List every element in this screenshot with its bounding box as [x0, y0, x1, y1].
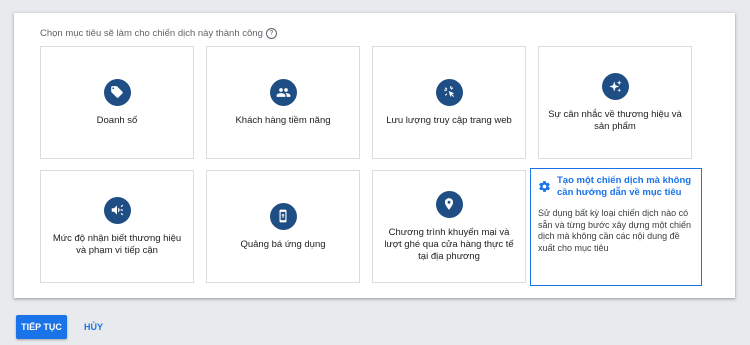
goal-card-website-traffic[interactable]: Lưu lượng truy cập trang web — [372, 46, 526, 159]
sparkle-icon — [601, 72, 629, 100]
goal-card-awareness-reach[interactable]: Mức độ nhận biết thương hiệu và phạm vi … — [40, 170, 194, 283]
gear-icon — [538, 180, 551, 198]
no-goal-description: Sử dụng bất kỳ loại chiến dịch nào có sẵ… — [538, 208, 692, 253]
goal-prompt: Chọn mục tiêu sẽ làm cho chiến dịch này … — [40, 28, 277, 39]
goal-label: Lưu lượng truy cập trang web — [386, 114, 512, 126]
goal-selection-panel: Chọn mục tiêu sẽ làm cho chiến dịch này … — [14, 13, 735, 298]
phone-icon — [269, 202, 297, 230]
cancel-button[interactable]: HỦY — [76, 315, 111, 339]
megaphone-icon — [103, 196, 131, 224]
no-goal-title: Tạo một chiến dịch mà không cần hướng dẫ… — [557, 175, 692, 198]
goal-label: Doanh số — [96, 114, 138, 126]
goal-label: Quảng bá ứng dụng — [240, 238, 326, 250]
goal-label: Khách hàng tiềm năng — [235, 114, 331, 126]
cursor-click-icon — [435, 78, 463, 106]
goal-card-no-guidance[interactable]: Tạo một chiến dịch mà không cần hướng dẫ… — [530, 168, 702, 286]
goal-card-sales[interactable]: Doanh số — [40, 46, 194, 159]
location-pin-icon — [435, 190, 463, 218]
tag-icon — [103, 78, 131, 106]
help-icon[interactable]: ? — [265, 28, 277, 39]
goal-label: Mức độ nhận biết thương hiệu và phạm vi … — [52, 232, 182, 256]
goal-prompt-text: Chọn mục tiêu sẽ làm cho chiến dịch này … — [40, 28, 263, 39]
goal-label: Chương trình khuyến mại và lượt ghé qua … — [384, 226, 514, 262]
goal-card-consideration[interactable]: Sự cân nhắc về thương hiệu và sản phẩm — [538, 46, 692, 159]
goal-card-app-promotion[interactable]: Quảng bá ứng dụng — [206, 170, 360, 283]
continue-button[interactable]: TIẾP TỤC — [16, 315, 67, 339]
goal-card-leads[interactable]: Khách hàng tiềm năng — [206, 46, 360, 159]
goal-label: Sự cân nhắc về thương hiệu và sản phẩm — [548, 108, 682, 132]
people-icon — [269, 78, 297, 106]
no-goal-header: Tạo một chiến dịch mà không cần hướng dẫ… — [538, 175, 694, 199]
goal-card-local-store[interactable]: Chương trình khuyến mại và lượt ghé qua … — [372, 170, 526, 283]
